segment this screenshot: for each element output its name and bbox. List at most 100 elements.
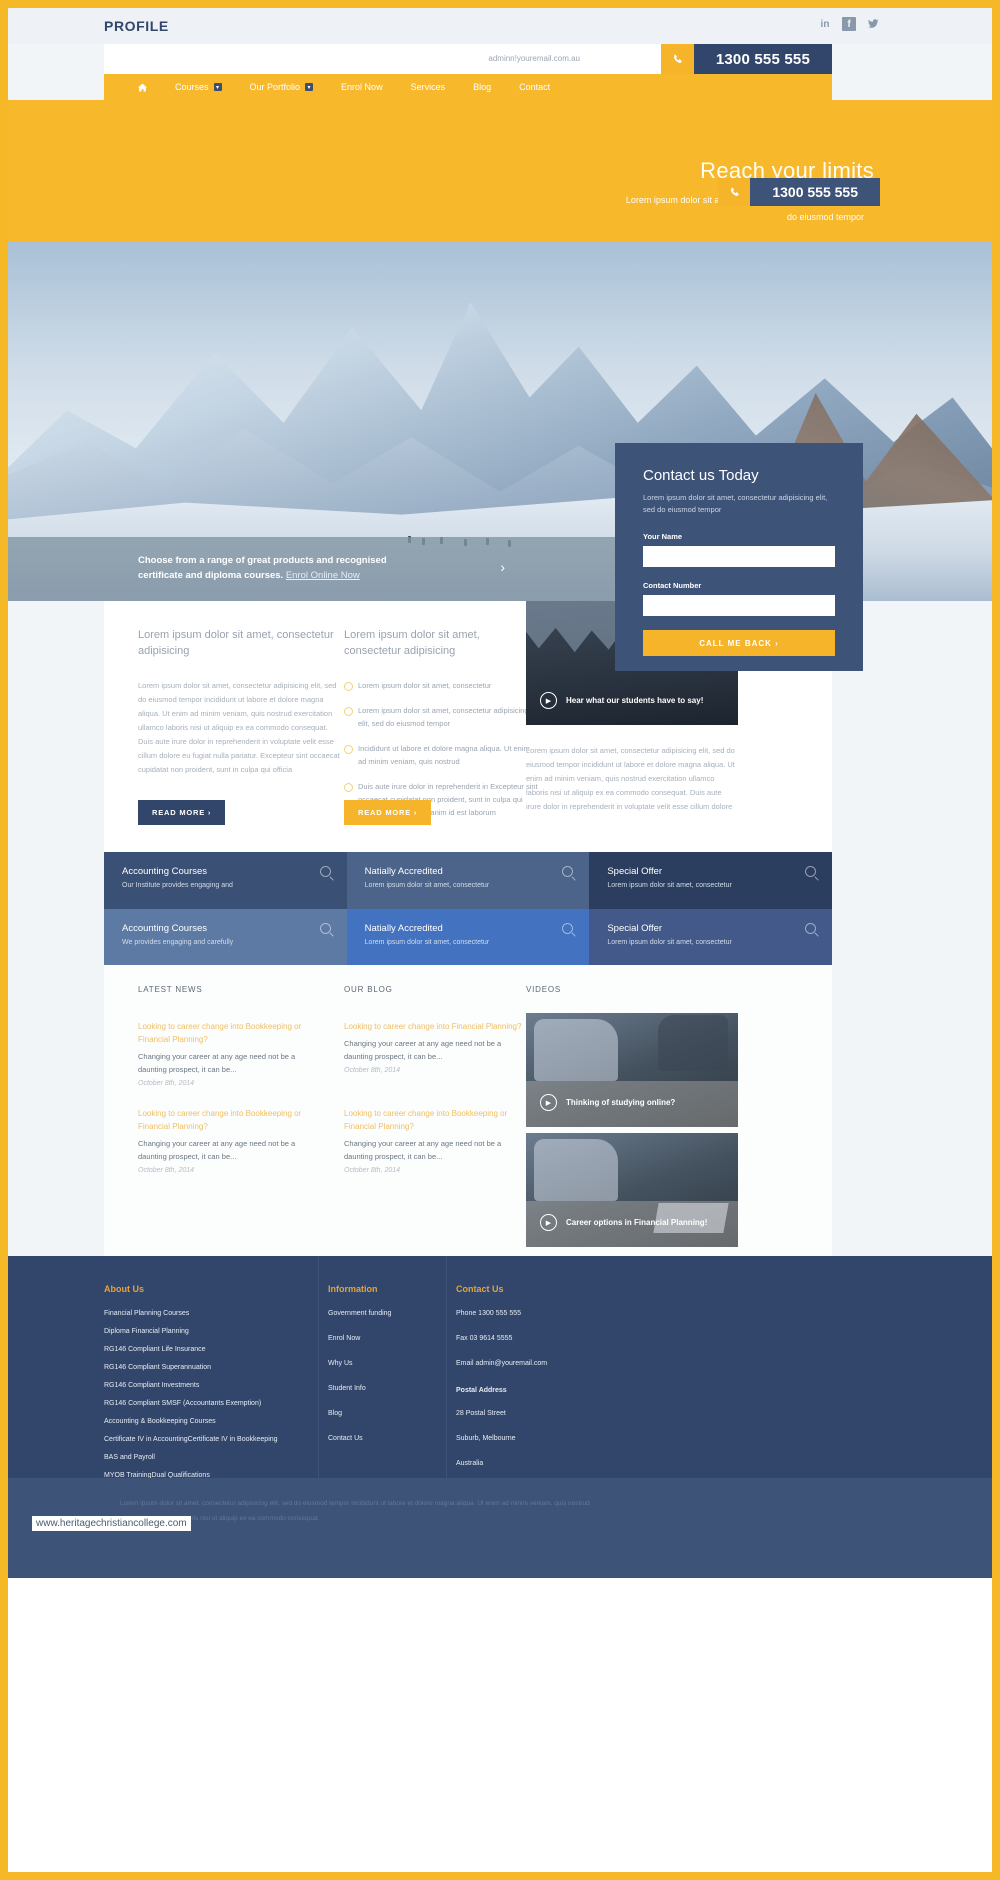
footer-link[interactable]: Student Info [328,1383,448,1394]
enrol-online-link[interactable]: Enrol Online Now [286,570,360,581]
read-more-button-secondary[interactable]: READ MORE › [344,800,432,825]
play-icon[interactable]: ▶ [540,1094,557,1111]
footer-link[interactable]: RG146 Compliant Superannuation [104,1362,309,1373]
phone-icon [718,178,751,206]
footer-link[interactable]: Government funding [328,1308,448,1319]
your-name-label: Your Name [643,532,683,541]
video-thumbnail-studying-online[interactable]: ▶ Thinking of studying online? [526,1013,738,1127]
chevron-right-icon[interactable]: › [500,559,505,575]
search-icon[interactable] [562,922,574,934]
footer-link[interactable]: Financial Planning Courses [104,1308,309,1319]
contact-card-title: Contact us Today [643,467,759,484]
footer-link[interactable]: Blog [328,1408,448,1419]
post-title[interactable]: Looking to career change into Bookkeepin… [344,1107,524,1133]
nav-item-blog[interactable]: Blog [459,82,505,92]
header-email[interactable]: adminn!youremail.com.au [488,54,580,63]
post-date: October 8th, 2014 [138,1167,195,1174]
footer-divider [318,1256,319,1478]
chevron-down-icon: ▾ [213,83,222,91]
footer-heading-about: About Us [104,1284,144,1294]
read-more-button-primary[interactable]: READ MORE › [138,800,226,825]
website-page: PROFILE in f adminn!youremail.com.au 130… [8,8,992,1872]
search-icon[interactable] [319,922,331,934]
search-icon[interactable] [562,866,574,877]
tile-accounting-courses[interactable]: Accounting Courses Our Institute provide… [104,852,347,909]
header-phone-block[interactable]: 1300 555 555 [660,44,832,74]
facebook-icon[interactable]: f [842,17,856,31]
footer-heading-information: Information [328,1284,378,1294]
twitter-icon[interactable] [866,17,880,31]
cta-text: Choose from a range of great products an… [138,553,498,583]
tile-accounting-courses-2[interactable]: Accounting Courses We provides engaging … [104,908,347,965]
blog-post: Looking to career change into Bookkeepin… [344,1107,524,1174]
call-me-back-button[interactable]: CALL ME BACK › [643,630,835,656]
latest-news-heading: LATEST NEWS [138,985,203,994]
footer-heading-contact: Contact Us [456,1284,504,1294]
video-caption-row: ▶ Thinking of studying online? [540,1094,675,1111]
your-name-input[interactable] [643,546,835,567]
videos-heading: VIDEOS [526,985,562,994]
tile-title: Special Offer [607,866,663,877]
news-post: Looking to career change into Bookkeepin… [138,1020,318,1087]
tile-title: Natially Accredited [364,866,443,877]
play-icon[interactable]: ▶ [540,692,557,709]
footer-phone-block[interactable]: 1300 555 555 [718,178,880,206]
post-title[interactable]: Looking to career change into Financial … [344,1020,524,1033]
footer-phone-number[interactable]: 1300 555 555 [750,178,880,206]
column-2-heading: Lorem ipsum dolor sit amet, consectetur … [344,629,480,657]
footer-link[interactable]: BAS and Payroll [104,1452,309,1463]
cta-strip[interactable]: Choose from a range of great products an… [8,537,615,601]
contact-number-input[interactable] [643,595,835,616]
tile-subtitle: Lorem ipsum dolor sit amet, consectetur [364,938,490,946]
search-icon[interactable] [805,922,816,934]
video-thumbnail-career-options[interactable]: ▶ Career options in Financial Planning! [526,1133,738,1247]
footer-link[interactable]: Accounting & Bookkeeping Courses [104,1416,309,1427]
tile-natially-accredited-2[interactable]: Natially Accredited Lorem ipsum dolor si… [346,908,590,965]
video-caption-row: ▶ Career options in Financial Planning! [540,1214,707,1231]
footer-link[interactable]: Diploma Financial Planning [104,1326,309,1337]
footer-fax-line: Fax 03 9614 5555 [456,1335,513,1342]
search-icon[interactable] [319,866,331,877]
nav-label: Blog [473,82,492,92]
nav-item-courses[interactable]: Courses ▾ [161,82,236,92]
tile-natially-accredited[interactable]: Natially Accredited Lorem ipsum dolor si… [346,852,590,909]
chevron-down-icon: ▾ [305,83,314,91]
feature-bullet-list: Lorem ipsum dolor sit amet, consectetur … [344,679,539,819]
post-title[interactable]: Looking to career change into Bookkeepin… [138,1107,318,1133]
nav-label: Courses [175,82,209,92]
nav-item-our-portfolio[interactable]: Our Portfolio ▾ [236,82,328,92]
footer-email-line[interactable]: Email admin@youremail.com [456,1358,656,1369]
footer-link[interactable]: Why Us [328,1358,448,1369]
cta-line-2: certificate and diploma courses. [138,570,284,581]
footer-links-about: Financial Planning Courses Diploma Finan… [104,1308,309,1481]
main-navigation: Courses ▾ Our Portfolio ▾ Enrol Now Serv… [104,74,832,100]
column-1-body: Lorem ipsum dolor sit amet, consectetur … [138,681,340,774]
nav-item-home[interactable] [124,83,161,92]
legal-text: Lorem ipsum dolor sit amet, consectetur … [120,1500,590,1522]
nav-item-services[interactable]: Services [397,82,460,92]
footer-link[interactable]: RG146 Compliant Life Insurance [104,1344,309,1355]
site-logo[interactable]: PROFILE [104,18,169,34]
footer-link[interactable]: RG146 Compliant Investments [104,1380,309,1391]
linkedin-icon[interactable]: in [818,17,832,31]
footer-link[interactable]: Certificate IV in AccountingCertificate … [104,1434,309,1445]
tile-special-offer-2[interactable]: Special Offer Lorem ipsum dolor sit amet… [589,908,832,965]
news-section: LATEST NEWS OUR BLOG VIDEOS Looking to c… [104,965,832,1256]
post-date: October 8th, 2014 [344,1167,401,1174]
social-links: in f [818,17,880,31]
footer-link[interactable]: RG146 Compliant SMSF (Accountants Exempt… [104,1398,309,1409]
nav-item-enrol-now[interactable]: Enrol Now [327,82,397,92]
post-title[interactable]: Looking to career change into Bookkeepin… [138,1020,318,1046]
header-phone-number[interactable]: 1300 555 555 [693,44,832,74]
play-icon[interactable]: ▶ [540,1214,557,1231]
footer-link[interactable]: Enrol Now [328,1333,448,1344]
tile-special-offer[interactable]: Special Offer Lorem ipsum dolor sit amet… [589,852,832,909]
footer-link[interactable]: Contact Us [328,1433,448,1444]
contact-number-label: Contact Number [643,581,702,590]
postal-line: Suburb, Melbourne [456,1435,516,1442]
nav-list: Courses ▾ Our Portfolio ▾ Enrol Now Serv… [104,74,832,100]
nav-item-contact[interactable]: Contact [505,82,564,92]
person-shape [534,1139,618,1201]
search-icon[interactable] [805,866,816,877]
footer-column-information: Information Government funding Enrol Now… [328,1284,448,1458]
